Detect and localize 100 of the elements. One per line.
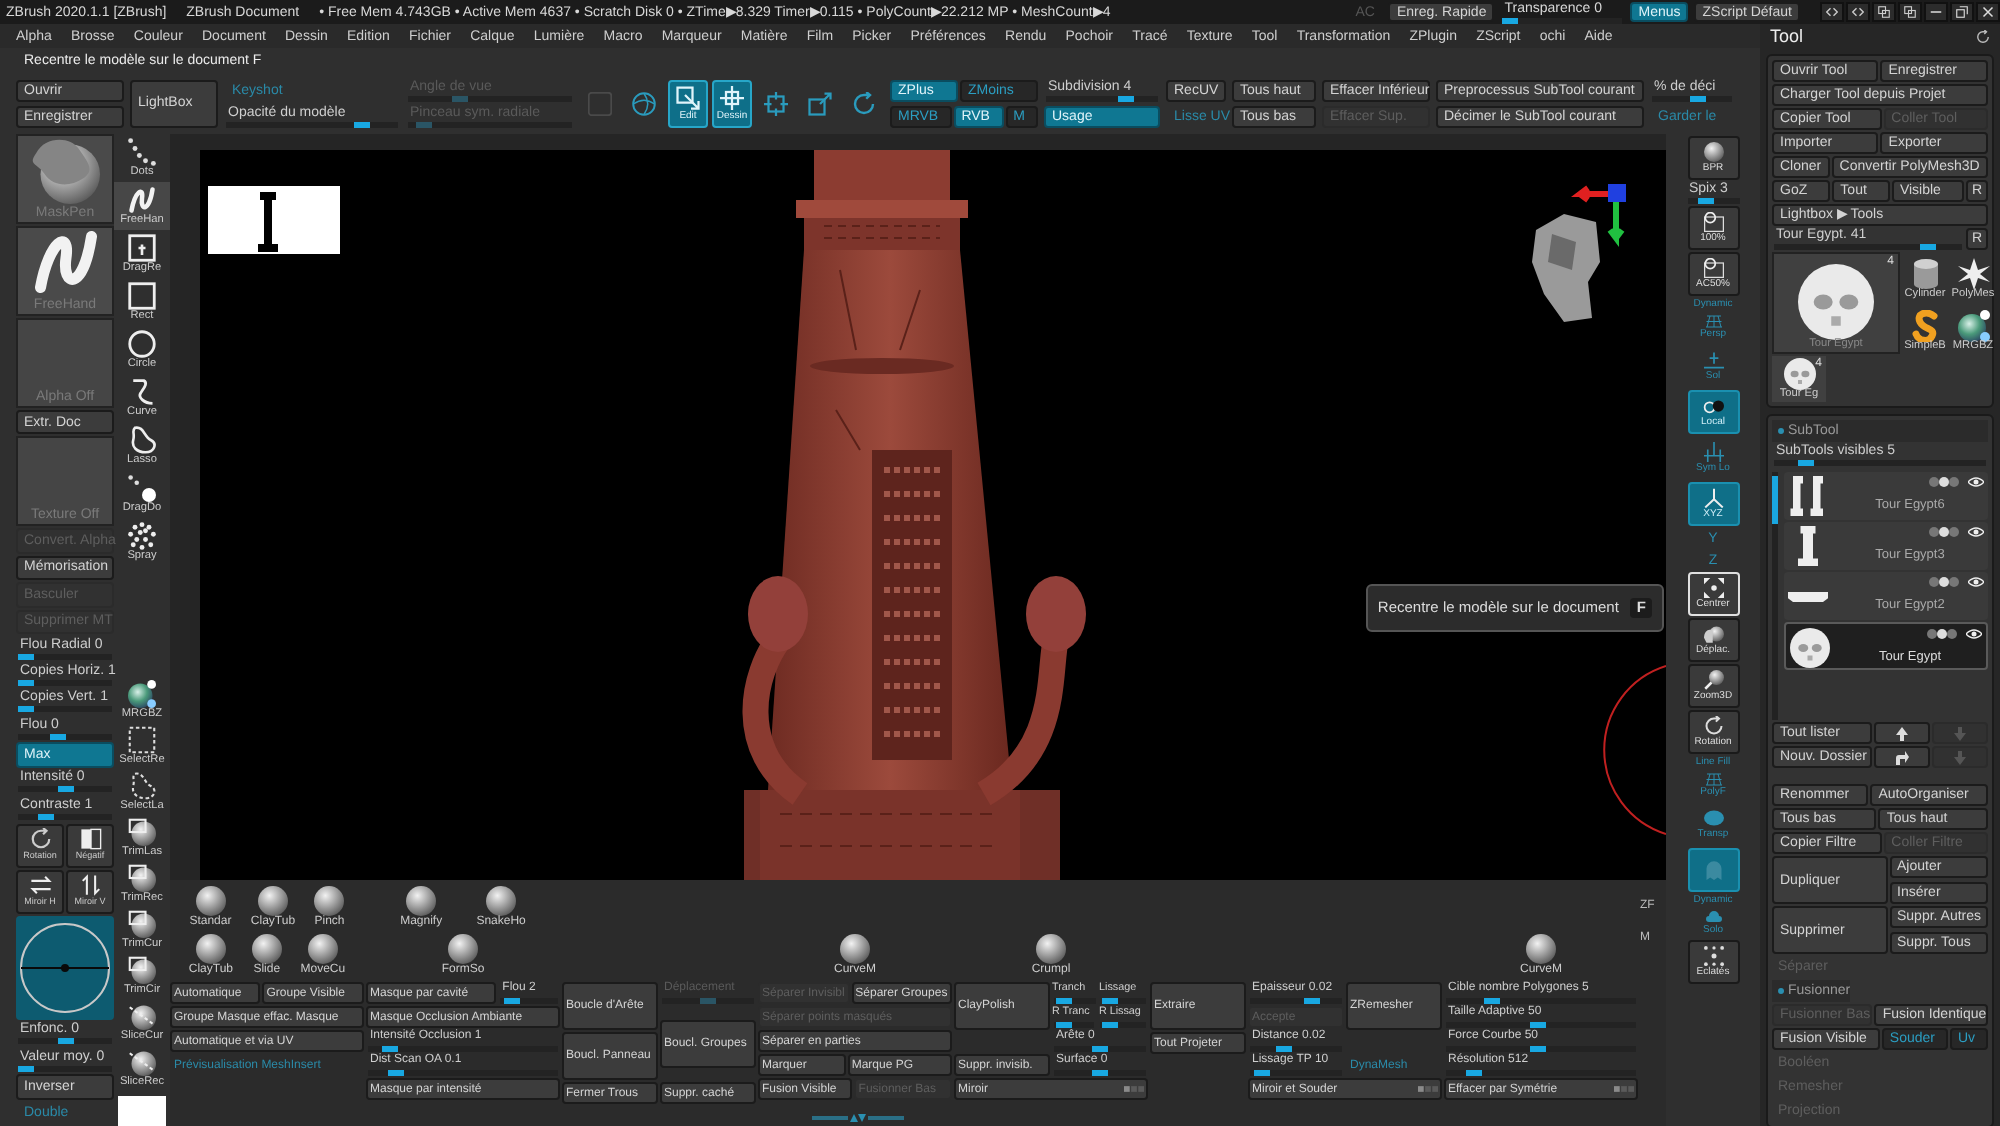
cloud-icon (1701, 908, 1725, 924)
sphere-icon (1525, 934, 1556, 964)
slider-handle[interactable] (1529, 1022, 1546, 1028)
slider-handle[interactable] (1102, 998, 1119, 1004)
grid-icon (1701, 312, 1725, 328)
sphere-icon (257, 886, 288, 916)
dot-icon (1778, 988, 1784, 994)
layout-button[interactable] (1898, 2, 1922, 22)
arrows-icon (1826, 6, 1838, 18)
blob-icon (1701, 808, 1725, 828)
target-icon (764, 91, 788, 115)
layout-button[interactable] (1872, 2, 1896, 22)
ghost-icon (1701, 860, 1725, 880)
s-shape-icon (1907, 310, 1943, 343)
dots-row-icon (1926, 526, 1962, 538)
slider-handle[interactable] (18, 706, 34, 713)
squiggle-icon (29, 228, 101, 296)
slider-track[interactable] (1100, 1022, 1147, 1028)
slider-track[interactable] (18, 733, 112, 740)
scroll-button[interactable] (1820, 2, 1844, 22)
slider-handle[interactable] (1303, 998, 1320, 1004)
slider-handle[interactable] (1697, 198, 1714, 204)
rectangle-icon (128, 281, 156, 310)
bend-arrow-icon (1894, 749, 1910, 765)
slider-handle[interactable] (1118, 95, 1134, 101)
slider-handle[interactable] (18, 679, 34, 686)
slider-handle[interactable] (1484, 998, 1501, 1004)
slider-handle[interactable] (1102, 1022, 1119, 1028)
slider-handle[interactable] (381, 1046, 398, 1052)
globe-icon (632, 91, 656, 115)
sphere-blob-icon (1701, 624, 1725, 644)
orientation-gizmo[interactable] (1532, 184, 1626, 322)
color-sphere-icon (128, 680, 156, 709)
minimize-button[interactable] (1924, 2, 1948, 22)
dots-row-icon (1924, 628, 1960, 640)
slider-handle[interactable] (1253, 1070, 1270, 1076)
slider-track[interactable] (1054, 998, 1095, 1004)
layout-icon (1904, 6, 1916, 18)
slider-handle[interactable] (18, 653, 34, 660)
radial-curve-control[interactable] (16, 915, 114, 1019)
star-icon (1955, 258, 1991, 291)
slider-track[interactable] (1101, 998, 1147, 1004)
eye-icon (1966, 626, 1982, 642)
arrow-up-icon (1894, 725, 1910, 741)
sphere-icon (448, 934, 478, 964)
framed-figure-icon (128, 233, 156, 262)
close-icon (1982, 6, 1994, 18)
slider-handle[interactable] (1502, 17, 1519, 23)
restore-button[interactable] (1950, 2, 1974, 22)
slider-handle[interactable] (57, 786, 73, 793)
sphere-icon (307, 934, 338, 964)
slider-handle[interactable] (1055, 998, 1072, 1004)
color-swatch[interactable] (118, 1096, 166, 1126)
view-tool-button[interactable] (1687, 848, 1739, 892)
arrow-button[interactable] (1874, 746, 1930, 768)
refresh-icon (1976, 29, 1990, 43)
slider-handle[interactable] (1797, 460, 1814, 466)
slider-handle[interactable] (18, 1065, 34, 1072)
squiggle-icon (128, 185, 156, 214)
eye-icon (1968, 524, 1984, 540)
slider-handle[interactable] (1920, 244, 1937, 250)
cut-sphere-icon (128, 910, 156, 939)
pillars-icon (1788, 476, 1828, 516)
slider-handle[interactable] (57, 1038, 73, 1045)
slider-handle[interactable] (388, 1070, 405, 1076)
sphere-icon (1701, 142, 1725, 162)
sliced-sphere-icon (128, 1002, 156, 1031)
slider-track[interactable] (1687, 198, 1739, 204)
slider-handle[interactable] (504, 998, 521, 1004)
sphere-icon (486, 886, 517, 916)
floor-icon (1701, 350, 1725, 370)
dashed-rectangle-icon (128, 726, 156, 755)
sphere-icon (1036, 934, 1066, 964)
flip-horizontal-icon (29, 874, 51, 897)
slider-track[interactable] (1054, 1022, 1095, 1028)
scroll-button[interactable] (1846, 2, 1870, 22)
sphere-icon (195, 886, 226, 916)
slider-handle[interactable] (49, 733, 66, 740)
slider-handle[interactable] (37, 813, 54, 820)
slider-handle[interactable] (1092, 1070, 1108, 1076)
slider-handle[interactable] (1055, 1022, 1072, 1028)
slider-handle[interactable] (1466, 1070, 1483, 1076)
cut-sphere-icon (128, 864, 156, 893)
slider-handle[interactable] (1529, 1046, 1546, 1052)
slab-icon (1788, 591, 1828, 601)
slider-handle[interactable] (1092, 1046, 1108, 1052)
slider-handle[interactable] (1276, 1046, 1293, 1052)
lasso-icon (128, 425, 156, 454)
flip-vertical-icon (79, 874, 101, 897)
slider-handle[interactable] (353, 121, 370, 127)
dots-row-icon (1926, 576, 1962, 588)
picture-frame-icon (1701, 258, 1725, 278)
slider-handle[interactable] (1690, 95, 1707, 101)
rotate-icon (852, 91, 876, 115)
center-icon (1701, 578, 1725, 598)
dot-icon (1778, 428, 1784, 434)
arrow-button[interactable] (1874, 722, 1930, 744)
axes-icon (1701, 488, 1725, 508)
magnifier-icon (1701, 670, 1725, 690)
close-button[interactable] (1976, 2, 2000, 22)
